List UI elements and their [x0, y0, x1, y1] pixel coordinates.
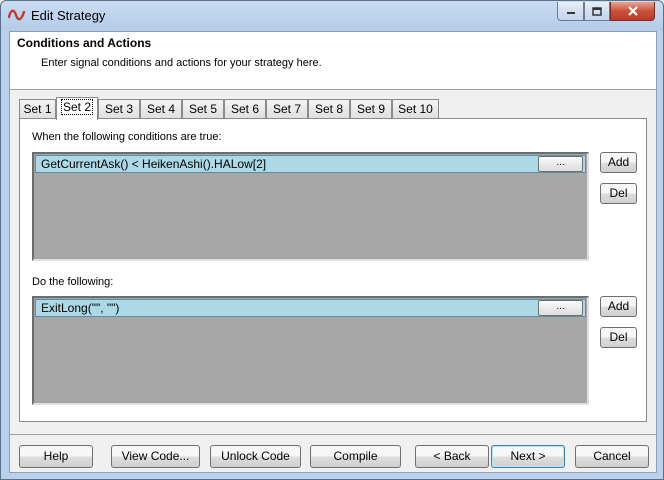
conditions-label: When the following conditions are true: [32, 131, 222, 143]
condition-row[interactable]: GetCurrentAsk() < HeikenAshi().HALow[2] … [35, 155, 586, 173]
actions-label: Do the following: [32, 276, 114, 288]
back-button[interactable]: < Back [415, 445, 489, 468]
actions-list[interactable]: ExitLong("", "") ... [32, 296, 589, 405]
tab-set-5[interactable]: Set 5 [182, 99, 224, 119]
compile-button[interactable]: Compile [310, 445, 401, 468]
minimize-icon [566, 12, 575, 14]
page-title: Conditions and Actions [17, 36, 152, 50]
condition-text: GetCurrentAsk() < HeikenAshi().HALow[2] [41, 157, 267, 171]
add-action-button[interactable]: Add [600, 296, 637, 317]
unlock-code-button[interactable]: Unlock Code [210, 445, 301, 468]
tab-set-8[interactable]: Set 8 [308, 99, 350, 119]
view-code-button[interactable]: View Code... [111, 445, 200, 468]
add-condition-button[interactable]: Add [600, 152, 637, 173]
tab-set-4[interactable]: Set 4 [140, 99, 182, 119]
conditions-list[interactable]: GetCurrentAsk() < HeikenAshi().HALow[2] … [32, 152, 589, 261]
tab-set-2[interactable]: Set 2 [56, 97, 98, 120]
delete-action-button[interactable]: Del [600, 327, 637, 348]
close-icon [627, 6, 638, 16]
action-text: ExitLong("", "") [41, 301, 120, 315]
tab-panel: When the following conditions are true: … [19, 118, 647, 422]
cancel-button[interactable]: Cancel [575, 445, 649, 468]
footer-divider [10, 434, 656, 435]
tab-set-6[interactable]: Set 6 [224, 99, 266, 119]
action-edit-button[interactable]: ... [538, 300, 583, 316]
edit-strategy-window: Edit Strategy Conditions and Actions Ent… [0, 0, 664, 480]
minimize-button[interactable] [557, 2, 584, 21]
window-title: Edit Strategy [31, 8, 106, 23]
wizard-header: Conditions and Actions Enter signal cond… [10, 32, 656, 90]
page-subtitle: Enter signal conditions and actions for … [41, 57, 322, 69]
tab-set-7[interactable]: Set 7 [266, 99, 308, 119]
tab-set-9[interactable]: Set 9 [350, 99, 392, 119]
action-row[interactable]: ExitLong("", "") ... [35, 299, 586, 317]
maximize-icon [592, 6, 602, 16]
app-logo-icon [8, 9, 26, 21]
next-button[interactable]: Next > [491, 445, 565, 468]
dialog-client-area: Conditions and Actions Enter signal cond… [9, 31, 657, 473]
maximize-button[interactable] [584, 2, 610, 21]
condition-edit-button[interactable]: ... [538, 156, 583, 172]
help-button[interactable]: Help [19, 445, 93, 468]
tab-set-1[interactable]: Set 1 [19, 99, 56, 119]
tab-set-10[interactable]: Set 10 [392, 99, 439, 119]
title-bar[interactable]: Edit Strategy [1, 1, 663, 31]
tab-set-3[interactable]: Set 3 [98, 99, 140, 119]
delete-condition-button[interactable]: Del [600, 183, 637, 204]
close-button[interactable] [610, 2, 655, 21]
